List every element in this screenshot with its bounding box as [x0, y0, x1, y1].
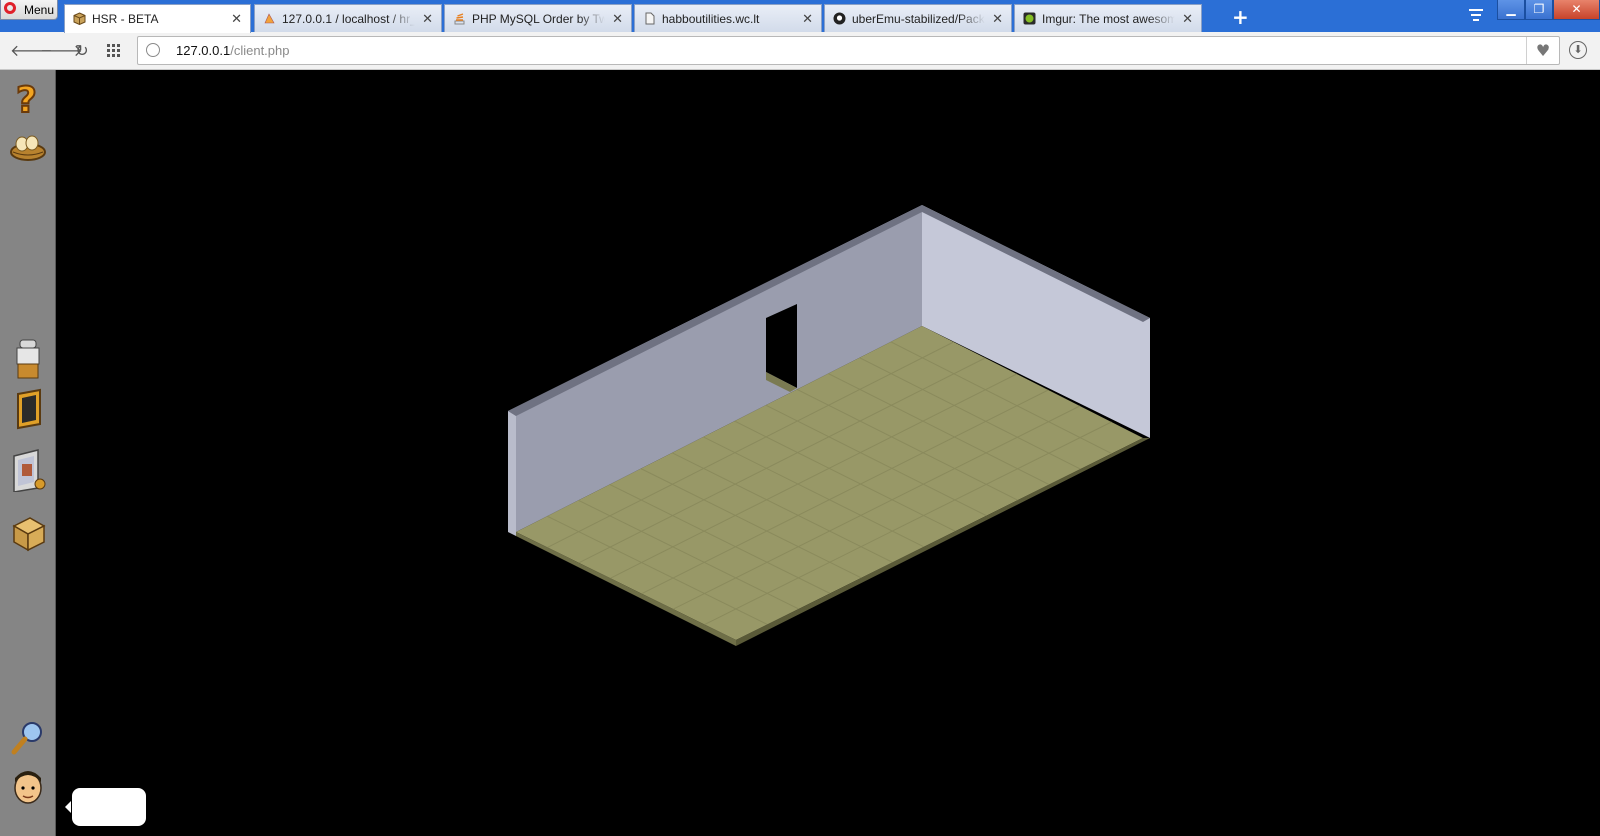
url-host: 127.0.0.1	[176, 43, 231, 58]
imgur-icon	[1023, 12, 1036, 25]
window-close-button[interactable]: ✕	[1553, 0, 1600, 20]
tab-title: Imgur: The most awesome images	[1042, 12, 1175, 26]
speed-dial-grid-icon[interactable]	[106, 43, 122, 59]
shop-icon[interactable]	[8, 448, 48, 492]
habbo-box-icon	[73, 12, 86, 25]
address-bar[interactable]: 127.0.0.1/client.php ♥	[137, 36, 1560, 65]
tab-title: 127.0.0.1 / localhost / hr_v3	[282, 12, 415, 26]
forward-arrow-icon[interactable]: 🡒	[40, 41, 83, 61]
tab-uberemu-github[interactable]: uberEmu-stabilized/PacketMap ✕	[824, 4, 1012, 32]
hotel-toolbar-sidebar: ?	[0, 70, 56, 836]
phpmyadmin-icon	[264, 13, 275, 24]
tab-title: habboutilities.wc.lt	[662, 12, 760, 26]
back-arrow-icon[interactable]: 🡐	[10, 41, 53, 61]
lantern-catalog-icon[interactable]	[8, 336, 48, 380]
browser-menu-label: Menu	[24, 3, 55, 17]
tab-phpmyadmin[interactable]: 127.0.0.1 / localhost / hr_v3 ✕	[254, 4, 442, 32]
chat-input-bubble[interactable]	[65, 788, 146, 826]
downloads-icon[interactable]: ⬇	[1569, 41, 1587, 59]
tab-close-icon[interactable]: ✕	[992, 11, 1003, 27]
avatar-head-icon[interactable]	[8, 766, 48, 810]
tab-title: PHP MySQL Order by Two Columns	[472, 12, 605, 26]
tab-imgur[interactable]: Imgur: The most awesome images ✕	[1014, 4, 1202, 32]
inventory-box-icon[interactable]	[8, 512, 48, 556]
room-left-wall-edge	[508, 411, 516, 536]
url-path: /client.php	[230, 43, 290, 58]
svg-text:?: ?	[16, 80, 37, 120]
tab-close-icon[interactable]: ✕	[231, 11, 242, 27]
isometric-room[interactable]	[0, 70, 1600, 836]
browser-titlebar: Menu HSR - BETA ✕ 127.0.0.1 / localhost …	[0, 0, 1600, 33]
new-tab-plus-icon[interactable]: +	[1232, 5, 1249, 29]
tab-title: HSR - BETA	[92, 12, 159, 26]
url-text[interactable]: 127.0.0.1/client.php	[176, 43, 289, 58]
magnifier-search-icon[interactable]	[8, 716, 48, 760]
site-info-icon[interactable]	[146, 43, 160, 57]
help-question-icon[interactable]: ?	[8, 76, 48, 120]
window-minimize-button[interactable]: ▁	[1497, 0, 1525, 20]
stackoverflow-icon	[454, 13, 465, 25]
tab-close-icon[interactable]: ✕	[1182, 11, 1193, 27]
tab-menu-icon[interactable]	[1467, 6, 1485, 24]
tab-close-icon[interactable]: ✕	[612, 11, 623, 27]
browser-toolbar: 🡐 🡒 ↻ 127.0.0.1/client.php ♥ ⬇	[0, 32, 1600, 70]
game-client-area[interactable]: ?	[0, 70, 1600, 836]
github-icon	[833, 12, 846, 25]
bookmark-heart-icon[interactable]: ♥	[1526, 37, 1559, 64]
tab-php-mysql-order[interactable]: PHP MySQL Order by Two Columns ✕	[444, 4, 632, 32]
browser-menu-button[interactable]: Menu	[0, 0, 58, 20]
tab-title: uberEmu-stabilized/PacketMap	[852, 12, 985, 26]
reload-icon[interactable]: ↻	[72, 41, 92, 61]
tab-habboutilities[interactable]: habboutilities.wc.lt ✕	[634, 4, 822, 32]
opera-logo-icon	[4, 2, 16, 14]
window-maximize-button[interactable]: ❐	[1525, 0, 1553, 20]
navigator-frame-icon[interactable]	[8, 388, 48, 432]
page-document-icon	[645, 12, 655, 25]
tab-close-icon[interactable]: ✕	[422, 11, 433, 27]
tab-close-icon[interactable]: ✕	[802, 11, 813, 27]
tab-hsr-beta[interactable]: HSR - BETA ✕	[64, 4, 251, 33]
eggs-nest-icon[interactable]	[8, 124, 48, 168]
